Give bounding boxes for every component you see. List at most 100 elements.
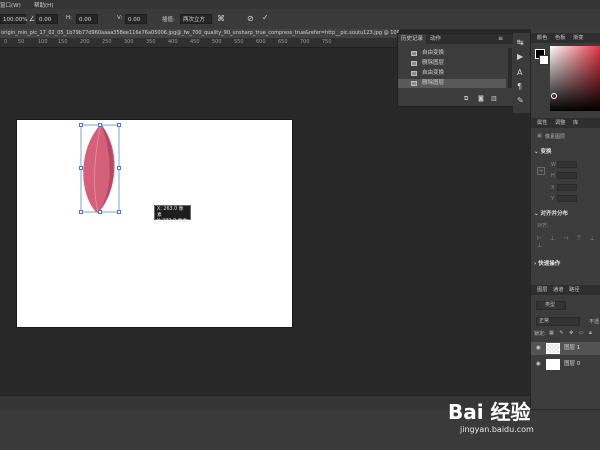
menu-help[interactable]: 帮助(H): [34, 1, 53, 9]
tab-layers[interactable]: 图层: [537, 285, 547, 295]
layers-panel-tabs: 图层 通道 路径: [531, 285, 600, 295]
transform-h-label: H: [551, 173, 555, 179]
transform-w-field[interactable]: [557, 161, 577, 168]
visibility-eye-icon[interactable]: ◉: [536, 358, 541, 371]
v-skew-field[interactable]: 0.00: [125, 14, 147, 24]
ruler-tick: 0: [4, 39, 8, 45]
history-step-icon: [411, 61, 417, 66]
tooltip-x: X: 263.0 像素: [157, 207, 184, 218]
transform-x-field[interactable]: [557, 184, 577, 191]
layer-filter-select[interactable]: 类型: [536, 301, 566, 310]
transform-handle-bottom-left[interactable]: [79, 210, 83, 214]
tab-libraries[interactable]: 库: [573, 118, 578, 128]
chevron-right-icon: ›: [534, 261, 537, 267]
snapshot-camera-icon[interactable]: ◙: [478, 95, 484, 103]
history-item[interactable]: 删除图层: [398, 59, 506, 68]
h-skew-label: H:: [66, 15, 72, 21]
commit-transform-icon[interactable]: ✓: [262, 14, 269, 22]
ruler-tick: 550: [234, 39, 244, 45]
history-item[interactable]: 自由变换: [398, 49, 506, 58]
ruler-tick: 450: [190, 39, 200, 45]
history-item-selected[interactable]: 删除图层: [398, 79, 506, 88]
brush-settings-icon[interactable]: ✎: [517, 97, 524, 105]
transform-handle-top-right[interactable]: [117, 123, 121, 127]
history-step-icon: [411, 81, 417, 86]
transform-handle-top[interactable]: [98, 123, 102, 127]
transform-y-field[interactable]: [557, 195, 577, 202]
tab-color[interactable]: 颜色: [537, 33, 547, 43]
menu-bar: 窗口(W) 帮助(H): [0, 0, 600, 9]
ruler-tick: 300: [124, 39, 134, 45]
ruler-tick: 250: [102, 39, 112, 45]
interpolation-label: 插值:: [162, 17, 175, 23]
watermark-url: jingyan.baidu.com: [460, 425, 534, 434]
ruler-tick: 100: [38, 39, 48, 45]
tab-actions[interactable]: 动作: [427, 34, 444, 44]
h-skew-field[interactable]: 0.00: [76, 14, 98, 24]
link-icon[interactable]: ∞: [537, 167, 546, 175]
lock-label: 锁定:: [534, 331, 546, 337]
ruler-tick: 50: [18, 39, 25, 45]
interpolation-select[interactable]: 两次立方: [180, 14, 212, 24]
tab-history[interactable]: 历史记录: [398, 34, 427, 44]
character-panel-icon[interactable]: A: [517, 69, 522, 77]
lock-icons[interactable]: ▦ ✎ ✥ ▭ 🔒︎: [549, 330, 594, 336]
tab-paths[interactable]: 路径: [569, 285, 579, 295]
blend-mode-select[interactable]: 正常: [536, 317, 580, 326]
visibility-eye-icon[interactable]: ◉: [536, 342, 541, 355]
play-action-icon[interactable]: ▶: [517, 53, 523, 61]
history-step-icon: [411, 71, 417, 76]
align-buttons-icon[interactable]: ⊢ ⊥ ⊣ ⊤ ⊥ ⊥: [537, 235, 600, 249]
history-panel: 历史记录 动作 ≡ 自由变换 删除图层 自由变换 删除图层 ⧉ ◙ ▥: [397, 33, 515, 107]
transform-handle-left[interactable]: [79, 166, 83, 170]
ruler-tick: 600: [256, 39, 266, 45]
transform-handle-right[interactable]: [117, 166, 121, 170]
ruler-tick: 700: [300, 39, 310, 45]
history-scrollbar[interactable]: [508, 48, 512, 88]
pixel-layer-icon: ▣: [537, 133, 542, 139]
panel-icon-column: ↹ ▶ A ¶ ✎: [513, 33, 530, 113]
tab-properties[interactable]: 属性: [537, 118, 547, 128]
transform-handle-top-left[interactable]: [79, 123, 83, 127]
tab-adjustments[interactable]: 调整: [555, 118, 565, 128]
history-item[interactable]: 自由变换: [398, 69, 506, 78]
angle-field[interactable]: 0.00: [36, 14, 58, 24]
history-panel-icon[interactable]: ↹: [517, 39, 524, 47]
transform-h-field[interactable]: [557, 172, 577, 179]
paragraph-panel-icon[interactable]: ¶: [517, 83, 522, 91]
properties-panel-tabs: 属性 调整 库: [531, 118, 600, 128]
history-step-icon: [411, 51, 417, 56]
panel-menu-icon[interactable]: ≡: [498, 35, 503, 43]
document-canvas[interactable]: [17, 120, 292, 327]
background-color-swatch[interactable]: [539, 55, 549, 65]
tab-gradients[interactable]: 渐变: [573, 33, 583, 43]
cancel-transform-icon[interactable]: ⊘: [247, 15, 254, 23]
transform-readout-tooltip: X: 263.0 像素 Y: 232.0 像素: [154, 205, 191, 224]
ruler-tick: 150: [58, 39, 68, 45]
tab-channels[interactable]: 通道: [553, 285, 563, 295]
petal-artwork: [80, 123, 120, 214]
ruler-tick: 500: [212, 39, 222, 45]
quick-actions-section[interactable]: › 快速操作: [531, 259, 600, 269]
layer-row-selected[interactable]: ◉ 图层 1: [531, 342, 600, 355]
transform-section[interactable]: ⌄ 变换: [531, 147, 600, 157]
ruler-tick: 200: [80, 39, 90, 45]
trash-icon[interactable]: ▥: [491, 95, 497, 103]
warp-icon[interactable]: ⌘: [217, 15, 225, 23]
color-picker-field[interactable]: [550, 46, 600, 111]
document-tab[interactable]: origin_min_pic_17_02_05_1b79b77d960aaaa3…: [0, 29, 399, 38]
layer-row[interactable]: ◉ 图层 0: [531, 358, 600, 371]
transform-handle-bottom-right[interactable]: [117, 210, 121, 214]
v-skew-label: V:: [117, 15, 123, 21]
ruler-tick: 350: [146, 39, 156, 45]
align-section[interactable]: ⌄ 对齐并分布: [531, 209, 600, 219]
zoom-field[interactable]: 100.00%: [0, 14, 27, 24]
layer-thumbnail: [546, 359, 560, 370]
color-picker-cursor[interactable]: [551, 93, 557, 99]
interpolation-value: 两次立方: [183, 17, 206, 23]
menu-window[interactable]: 窗口(W): [0, 1, 21, 9]
new-document-from-state-icon[interactable]: ⧉: [464, 95, 468, 103]
tab-swatches[interactable]: 色板: [555, 33, 565, 43]
transform-w-label: W: [551, 162, 556, 168]
transform-handle-bottom[interactable]: [98, 210, 102, 214]
